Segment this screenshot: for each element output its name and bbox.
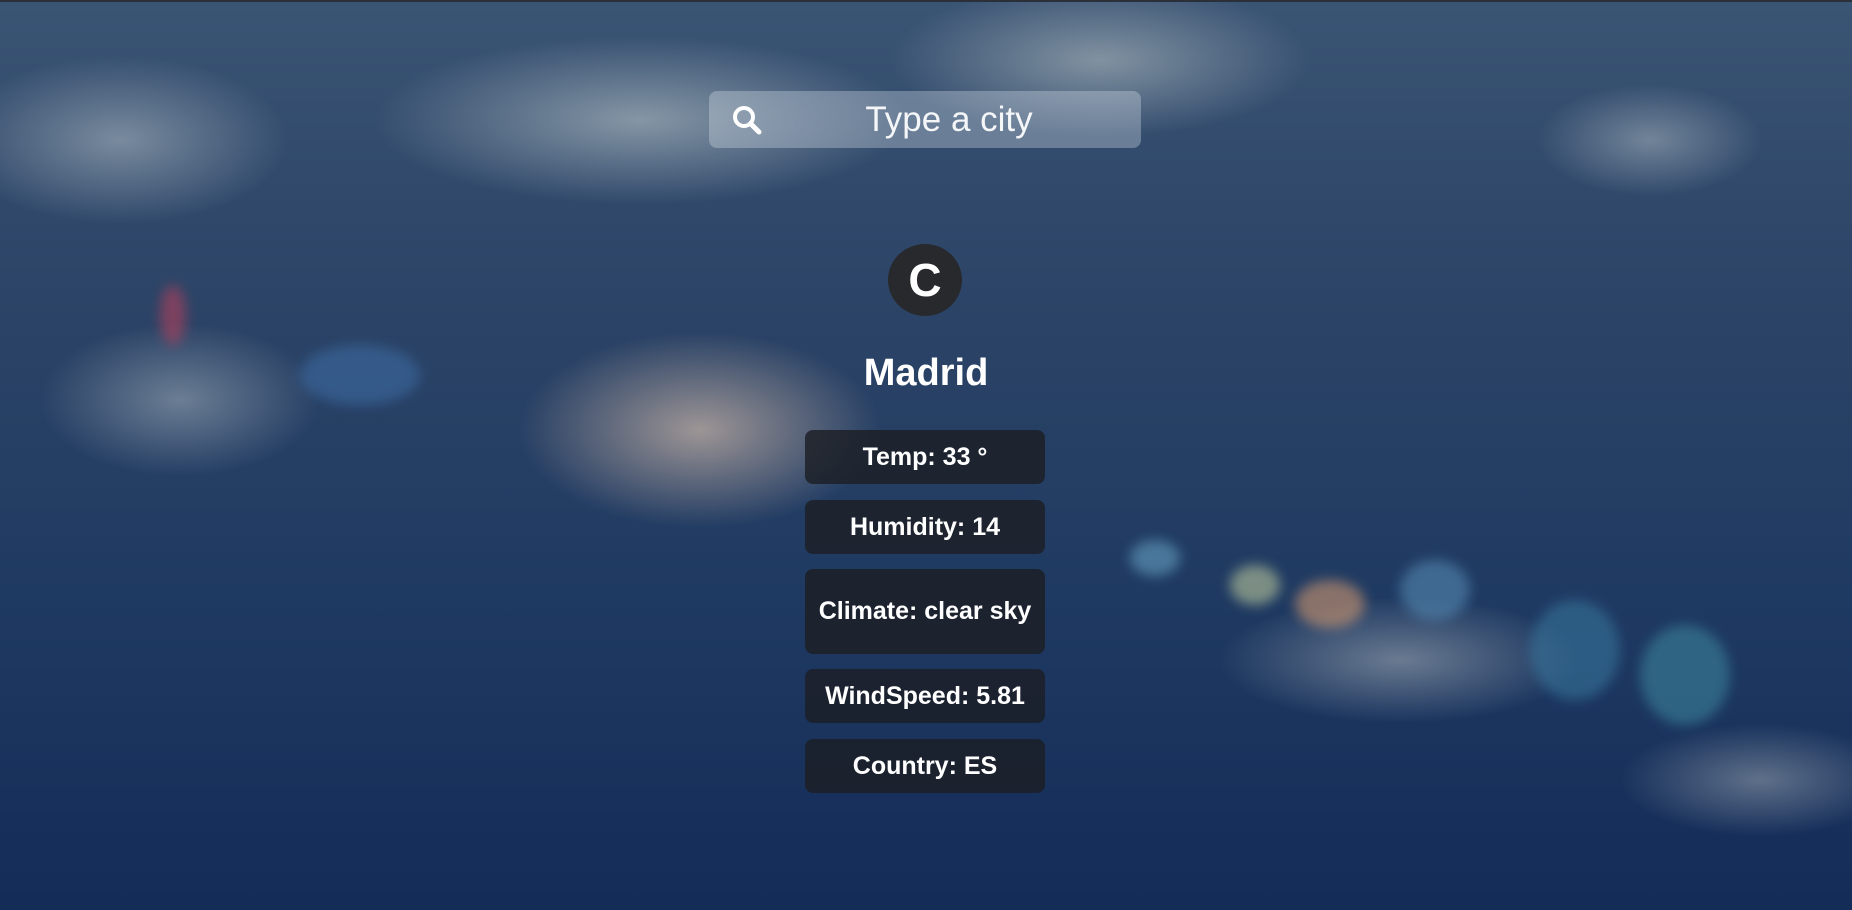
lens-flare xyxy=(1400,560,1470,620)
window-top-border xyxy=(0,0,1852,2)
climate-text: Climate: clear sky xyxy=(818,597,1032,625)
temperature-card: Temp: 33 ° xyxy=(805,430,1045,484)
humidity-text: Humidity: 14 xyxy=(849,512,1001,541)
lens-flare xyxy=(1295,580,1365,628)
country-text: Country: ES xyxy=(852,751,998,780)
country-card: Country: ES xyxy=(805,739,1045,793)
unit-toggle-button[interactable]: C xyxy=(888,244,962,316)
lens-flare xyxy=(300,345,420,405)
search-icon[interactable] xyxy=(731,105,765,135)
lens-flare xyxy=(1230,565,1280,605)
climate-card: Climate: clear sky xyxy=(805,569,1045,654)
city-search-input[interactable] xyxy=(779,91,1119,148)
temperature-text: Temp: 33 ° xyxy=(862,442,988,471)
lens-flare xyxy=(160,285,186,345)
humidity-card: Humidity: 14 xyxy=(805,500,1045,554)
lens-flare xyxy=(1640,625,1730,725)
lens-flare xyxy=(1530,600,1620,700)
windspeed-text: WindSpeed: 5.81 xyxy=(825,681,1025,710)
city-name: Madrid xyxy=(863,352,989,394)
search-bar[interactable] xyxy=(709,91,1141,148)
lens-flare xyxy=(1130,540,1180,576)
windspeed-card: WindSpeed: 5.81 xyxy=(805,669,1045,723)
